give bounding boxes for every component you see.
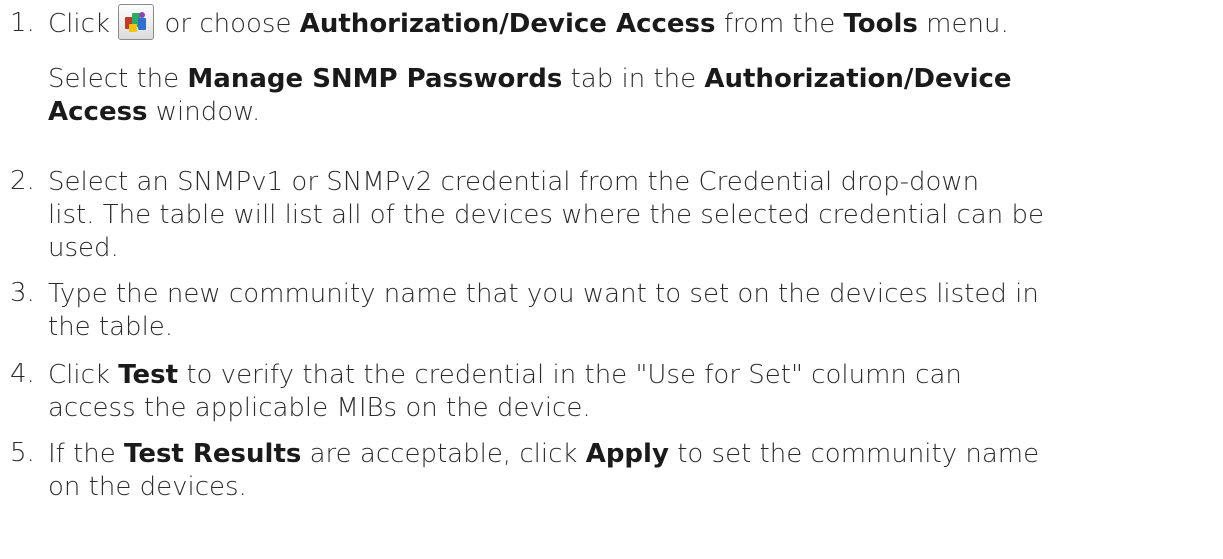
window-name-part-1: Authorization/Device [704,64,1012,94]
tab-manage-snmp-passwords: Manage SNMP Passwords [187,64,563,94]
authorization-device-access-tool-icon[interactable] [118,3,155,40]
test-button-label: Test [118,360,179,390]
menu-item-authorization-device-access: Authorization/Device Access [299,9,716,39]
apply-button-label: Apply [585,439,669,469]
test-results-label: Test Results [124,439,302,469]
step-1-text: Click or choose Authorization/Device Acc… [48,3,1211,41]
step-4-text: Click Test to verify that the credential… [48,360,962,423]
window-name-part-2: Access [48,97,148,127]
step-number: 5. [10,438,35,468]
step-number: 3. [10,278,35,308]
menu-tools: Tools [843,9,918,39]
instructions-document: 1. Click or choose Authorization/Device … [0,0,1223,559]
step-number: 4. [10,359,35,389]
step-number: 2. [10,166,35,196]
step-3-text: Type the new community name that you wan… [48,279,1039,342]
step-2-text: Select an SNMPv1 or SNMPv2 credential fr… [48,167,1044,263]
step-1-subtext: Select the Manage SNMP Passwords tab in … [48,64,1012,127]
step-5-text: If the Test Results are acceptable, clic… [48,439,1040,502]
step-number: 1. [10,8,35,38]
